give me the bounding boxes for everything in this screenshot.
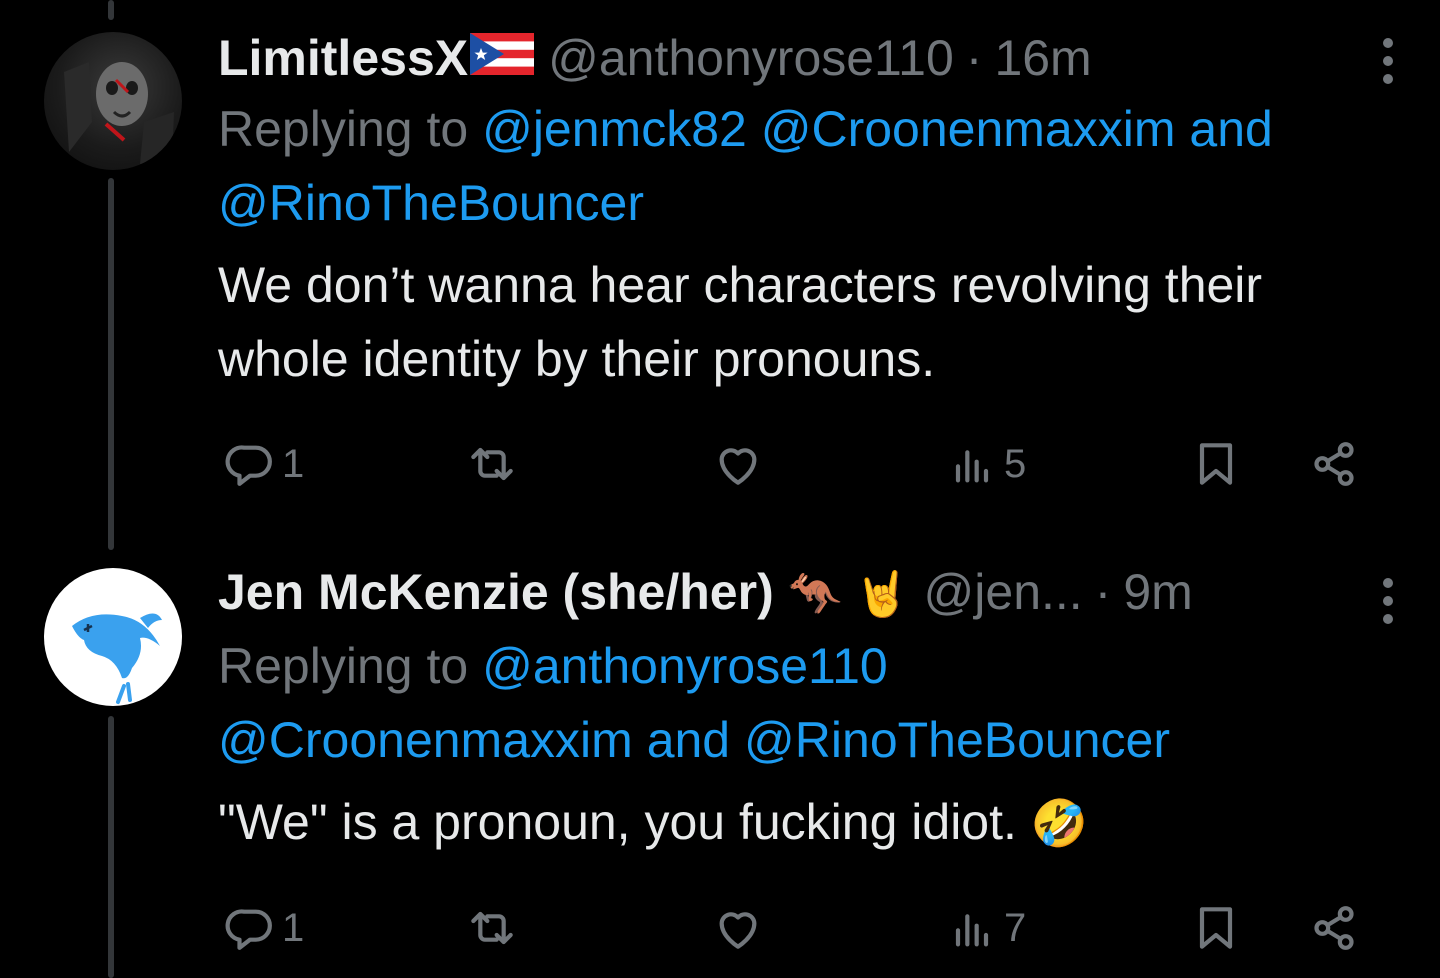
reply-count: 1	[282, 905, 305, 950]
mention-link[interactable]: @jenmck82	[482, 101, 747, 157]
share-icon	[1314, 906, 1354, 950]
view-count: 7	[1004, 905, 1027, 950]
replying-to-line: Replying to @jenmck82 @Croonenmaxxim and…	[218, 92, 1400, 240]
more-options-icon[interactable]	[1378, 38, 1398, 84]
views-button[interactable]: 7	[944, 898, 1026, 958]
laughing-emoji: 🤣	[1030, 797, 1089, 849]
view-count: 5	[1004, 441, 1027, 486]
more-options-icon[interactable]	[1378, 578, 1398, 624]
bookmark-icon	[1199, 907, 1233, 949]
tweet-text: "We" is a pronoun, you fucking idiot. 🤣	[218, 785, 1400, 860]
separator-dot: ·	[1094, 564, 1112, 620]
tweet-header: Jen McKenzie (she/her) 🦘 🤘 @jen... · 9m	[218, 562, 1400, 625]
mention-and: and	[1189, 101, 1273, 157]
views-button[interactable]: 5	[944, 434, 1026, 494]
mention-link[interactable]: @RinoTheBouncer	[218, 175, 644, 231]
like-button[interactable]	[710, 898, 766, 958]
timestamp[interactable]: 16m	[994, 28, 1091, 88]
timestamp[interactable]: 9m	[1123, 562, 1192, 622]
mention-link[interactable]: @anthonyrose110	[482, 638, 888, 694]
tweet-text: We don’t wanna hear characters revolving…	[218, 257, 1263, 387]
replying-to-prefix: Replying to	[218, 638, 469, 694]
bookmark-icon	[1199, 443, 1233, 485]
action-bar: 1 5	[218, 434, 1368, 494]
bookmark-button[interactable]	[1188, 898, 1244, 958]
reply-count: 1	[282, 441, 305, 486]
views-icon	[955, 914, 989, 947]
heart-icon	[719, 912, 757, 949]
replying-to-prefix: Replying to	[218, 101, 469, 157]
bookmark-button[interactable]	[1188, 434, 1244, 494]
avatar[interactable]	[44, 32, 182, 170]
user-handle[interactable]: @jen...	[924, 562, 1083, 622]
repost-icon	[471, 447, 513, 481]
share-button[interactable]	[1306, 898, 1362, 958]
reply-button[interactable]: 1	[222, 898, 304, 958]
mention-and: and	[646, 712, 731, 768]
avatar-image	[64, 62, 174, 164]
display-name[interactable]: LimitlessX	[218, 28, 468, 88]
separator-dot: ·	[965, 30, 983, 86]
user-handle[interactable]: @anthonyrose110	[548, 28, 954, 88]
mention-link[interactable]: @Croonenmaxxim	[761, 101, 1176, 157]
share-button[interactable]	[1306, 434, 1362, 494]
action-bar: 1 7	[218, 898, 1368, 958]
reply-icon	[225, 909, 272, 950]
display-name[interactable]: Jen McKenzie (she/her)	[218, 562, 774, 622]
views-icon	[955, 450, 989, 483]
repost-button[interactable]	[464, 898, 520, 958]
reply-icon	[225, 445, 272, 486]
tweet-header: LimitlessX @anthonyrose110 · 16m	[218, 28, 1400, 88]
mention-link[interactable]: @RinoTheBouncer	[744, 712, 1170, 768]
tweet-text-content: "We" is a pronoun, you fucking idiot.	[218, 794, 1017, 850]
replying-to-line: Replying to @anthonyrose110 @Croonenmaxx…	[218, 629, 1400, 777]
mention-link[interactable]: @Croonenmaxxim	[218, 712, 633, 768]
reply-button[interactable]: 1	[222, 434, 304, 494]
heart-icon	[719, 448, 757, 485]
avatar-image	[72, 613, 162, 704]
tweet[interactable]: Jen McKenzie (she/her) 🦘 🤘 @jen... · 9m …	[0, 540, 1440, 978]
like-button[interactable]	[710, 434, 766, 494]
repost-icon	[471, 911, 513, 945]
tweet[interactable]: LimitlessX @anthonyrose110 · 16m Replyin…	[0, 0, 1440, 540]
avatar[interactable]	[44, 568, 182, 706]
kangaroo-rock-emoji: 🦘 🤘	[787, 570, 910, 619]
puerto-rico-flag-icon	[470, 28, 535, 88]
repost-button[interactable]	[464, 434, 520, 494]
share-icon	[1314, 442, 1354, 486]
